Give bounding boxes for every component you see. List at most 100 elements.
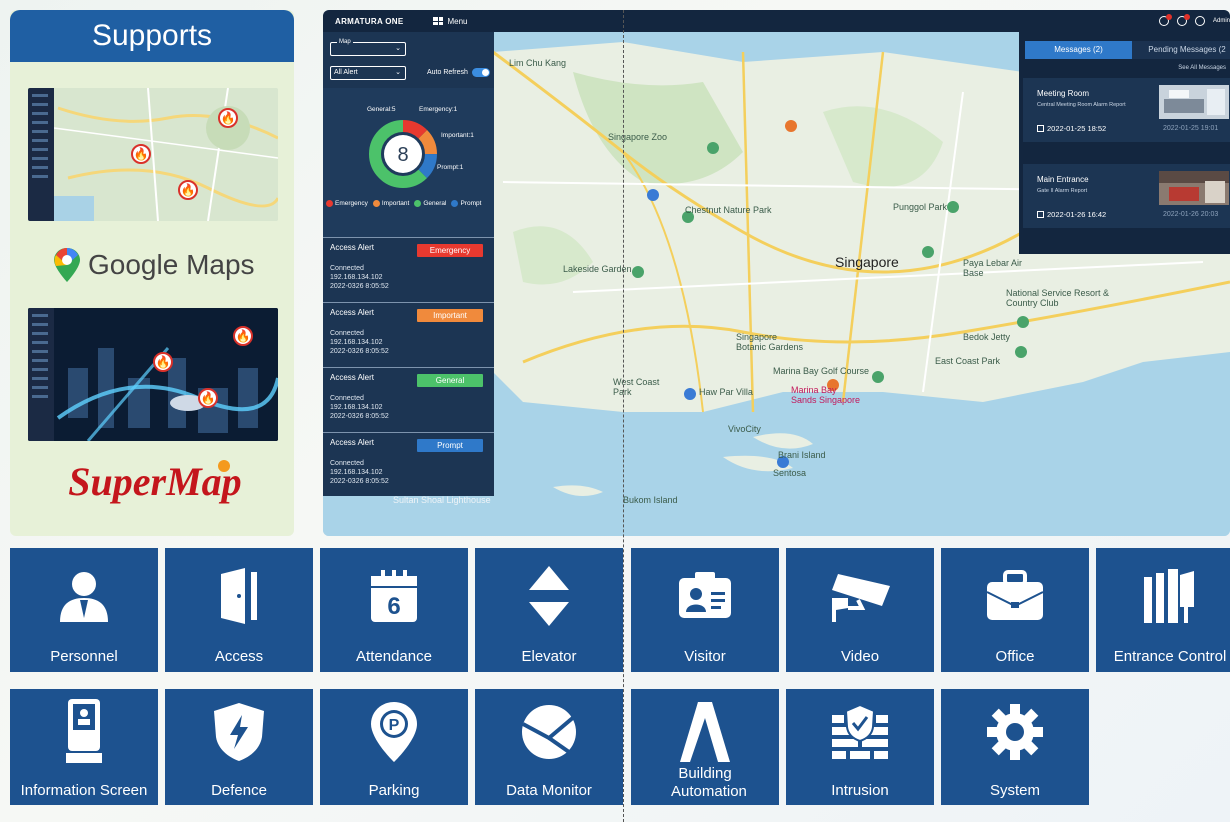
module-tile-video[interactable]: Video	[786, 548, 934, 672]
map-label-brani: Brani Island	[778, 450, 826, 460]
module-label: Personnel	[50, 648, 118, 665]
alert-card[interactable]: Access Alert Important Connected 192.168.13…	[323, 302, 494, 366]
module-tile-building-automation[interactable]: Building Automation	[631, 689, 779, 805]
alert-details: Connected 192.168.134.102 2022-0326 8:05:5…	[330, 264, 389, 291]
module-tile-attendance[interactable]: 6 Attendance	[320, 548, 468, 672]
module-tile-defence[interactable]: Defence	[165, 689, 313, 805]
alert-card[interactable]: Access Alert Emergency Connected 192.168.13…	[323, 237, 494, 301]
message-snapshot-image[interactable]	[1159, 85, 1229, 119]
visitor-badge-icon	[631, 566, 779, 626]
message-card[interactable]: Main Entrance Gate II Alarm Report 2022-01…	[1023, 164, 1230, 228]
module-tile-elevator[interactable]: Elevator	[475, 548, 623, 672]
gear-icon	[941, 702, 1089, 762]
module-label: Entrance Control	[1113, 648, 1227, 665]
menu-button[interactable]: Menu	[433, 16, 468, 26]
google-maps-pin-icon	[54, 248, 80, 282]
legend-dot-icon	[414, 200, 422, 207]
alert-summary: 8 General:5 Emergency:1 Important:1 Prom…	[323, 88, 494, 238]
alert-filter-select[interactable]: All Alert ⌄	[330, 66, 406, 80]
module-label: Access	[214, 648, 264, 665]
legend-item-general: General	[414, 200, 446, 207]
alert-title: Access Alert	[330, 373, 375, 382]
map-label-marina: Marina Bay Golf Course	[773, 366, 870, 376]
alarm-bell-icon[interactable]	[1158, 14, 1172, 26]
tab-messages[interactable]: Messages (2)	[1025, 41, 1132, 59]
auto-refresh: Auto Refresh	[427, 68, 490, 77]
alert-time: 2022-0326 8:05:52	[330, 348, 389, 355]
menu-label: Menu	[447, 16, 468, 26]
alert-title: Access Alert	[330, 243, 375, 252]
alert-status: Connected	[330, 330, 364, 337]
legend-item-prompt: Prompt	[451, 200, 481, 207]
auto-refresh-toggle[interactable]	[471, 68, 490, 77]
alert-card[interactable]: Access Alert General Connected 192.168.134.…	[323, 367, 494, 431]
pie-monitor-icon	[475, 702, 623, 762]
donut-label-important: Important:1	[441, 132, 474, 139]
svg-text:P: P	[389, 717, 400, 734]
module-tile-entrance-control[interactable]: Entrance Control	[1096, 548, 1230, 672]
module-tile-access[interactable]: Access	[165, 548, 313, 672]
alert-details: Connected 192.168.134.102 2022-0326 8:05:5…	[330, 459, 389, 486]
automation-a-icon	[631, 702, 779, 762]
module-tile-office[interactable]: Office	[941, 548, 1089, 672]
map-label-botanic: Singapore Botanic Gardens	[736, 332, 804, 352]
module-tile-information-screen[interactable]: Information Screen	[10, 689, 158, 805]
legend-label: Prompt	[460, 200, 482, 207]
donut-label-prompt: Prompt:1	[437, 164, 464, 171]
message-date-text: 2022-01-26 16:42	[1047, 210, 1107, 219]
legend-item-emergency: Emergency	[326, 200, 368, 207]
map-select-legend: Map	[337, 38, 353, 46]
map-label-sentosa: Sentosa	[773, 468, 807, 478]
notification-icon[interactable]	[1176, 14, 1190, 26]
alert-ip: 192.168.134.102	[330, 274, 383, 281]
map-label-chestnut: Chestnut Nature Park	[685, 205, 772, 215]
supports-panel: Supports 🔥 🔥 🔥 Google Maps 🔥 🔥 🔥 SuperMa…	[10, 10, 294, 536]
calendar-icon	[1037, 125, 1044, 132]
tab-pending-messages[interactable]: Pending Messages (2	[1132, 41, 1230, 59]
map-label-eastcoast: East Coast Park	[935, 356, 1001, 366]
preview-sidebar	[28, 88, 54, 221]
map-label-westcoast: West Coast Park	[613, 377, 660, 397]
admin-label[interactable]: Admin	[1213, 18, 1230, 24]
module-label: Intrusion	[831, 782, 889, 799]
fire-marker-icon: 🔥	[178, 180, 198, 200]
module-tile-data-monitor[interactable]: Data Monitor	[475, 689, 623, 805]
see-all-messages-link[interactable]: See All Messages	[1178, 65, 1226, 71]
alert-ip: 192.168.134.102	[330, 469, 383, 476]
alert-card[interactable]: Access Alert Prompt Connected 192.168.134.1…	[323, 432, 494, 496]
alert-time: 2022-0326 8:05:52	[330, 283, 389, 290]
donut-total: 8	[397, 144, 408, 166]
module-tile-parking[interactable]: P Parking	[320, 689, 468, 805]
module-label: Office	[995, 648, 1035, 665]
module-tile-intrusion[interactable]: Intrusion	[786, 689, 934, 805]
google-maps-label: Google Maps	[88, 249, 255, 280]
alert-panel: Map ⌄ All Alert ⌄ Auto Refresh 8 General…	[323, 32, 494, 496]
elevator-arrows-icon	[475, 566, 623, 626]
module-tile-visitor[interactable]: Visitor	[631, 548, 779, 672]
module-label: Defence	[211, 782, 267, 799]
supermap-label: SuperMap	[68, 459, 242, 504]
map-select[interactable]: Map ⌄	[330, 38, 406, 56]
module-tile-personnel[interactable]: Personnel	[10, 548, 158, 672]
dashed-divider	[623, 10, 624, 822]
message-date: 2022-01-25 18:52	[1037, 124, 1106, 133]
fire-marker-icon: 🔥	[233, 326, 253, 346]
preview-sidebar	[28, 308, 54, 441]
map-label-lim: Lim Chu Kang	[509, 58, 567, 68]
module-label: System	[989, 782, 1040, 799]
user-avatar-icon[interactable]	[1194, 16, 1205, 26]
alert-level-badge: Emergency	[417, 244, 483, 257]
alert-ip: 192.168.134.102	[330, 339, 383, 346]
fire-marker-icon: 🔥	[153, 352, 173, 372]
shield-bolt-icon	[165, 702, 313, 762]
door-icon	[165, 566, 313, 626]
message-card[interactable]: Meeting Room Central Meeting Room Alarm R…	[1023, 78, 1230, 142]
module-label: Parking	[368, 782, 420, 799]
message-snapshot-image[interactable]	[1159, 171, 1229, 205]
module-tile-system[interactable]: System	[941, 689, 1089, 805]
brand-logo: ARMATURA ONE	[335, 16, 404, 26]
message-tabs: Messages (2) Pending Messages (2	[1025, 41, 1230, 59]
legend-dot-icon	[451, 200, 459, 207]
calendar-icon	[1037, 211, 1044, 218]
legend-dot-icon	[326, 200, 333, 207]
